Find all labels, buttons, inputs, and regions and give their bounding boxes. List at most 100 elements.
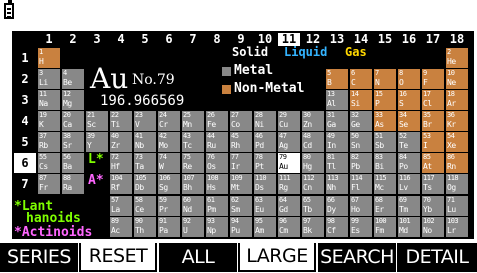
element-cell[interactable]: 32 Ge bbox=[350, 111, 372, 131]
element-cell[interactable]: 92 U bbox=[182, 217, 204, 237]
element-cell[interactable]: 9F bbox=[422, 69, 444, 89]
element-cell[interactable]: 2 He bbox=[446, 48, 468, 68]
element-cell[interactable]: 38 Sr bbox=[62, 132, 84, 152]
search-softkey[interactable]: SEARCH bbox=[318, 243, 396, 272]
element-cell[interactable]: 107 Bh bbox=[182, 174, 204, 194]
element-cell[interactable]: 23 V bbox=[134, 111, 156, 131]
element-cell[interactable]: 72 Hf bbox=[110, 153, 132, 173]
element-cell[interactable]: 41 Nb bbox=[134, 132, 156, 152]
element-cell[interactable]: 63 Eu bbox=[254, 196, 276, 216]
element-cell[interactable]: 116 Lv bbox=[398, 174, 420, 194]
element-cell[interactable]: 73 Ta bbox=[134, 153, 156, 173]
element-cell[interactable]: 85 At bbox=[422, 153, 444, 173]
element-cell[interactable]: 50 Sn bbox=[350, 132, 372, 152]
element-cell[interactable]: 68 Er bbox=[374, 196, 396, 216]
element-cell[interactable]: 66 Dy bbox=[326, 196, 348, 216]
series-softkey[interactable]: SERIES bbox=[0, 243, 78, 272]
element-cell[interactable]: 108 Hs bbox=[206, 174, 228, 194]
element-cell[interactable]: 21 Sc bbox=[86, 111, 108, 131]
element-cell[interactable]: 37 Rb bbox=[38, 132, 60, 152]
element-cell[interactable]: 113 Nh bbox=[326, 174, 348, 194]
element-cell[interactable]: 26 Fe bbox=[206, 111, 228, 131]
element-cell[interactable]: 82 Pb bbox=[350, 153, 372, 173]
element-cell[interactable]: 52 Te bbox=[398, 132, 420, 152]
element-cell[interactable]: 96 Cm bbox=[278, 217, 300, 237]
element-cell[interactable]: 46 Pd bbox=[254, 132, 276, 152]
element-cell[interactable]: 98 Cf bbox=[326, 217, 348, 237]
element-cell[interactable]: 1H bbox=[38, 48, 60, 68]
element-cell[interactable]: 33 As bbox=[374, 111, 396, 131]
element-cell[interactable]: 3 Li bbox=[38, 69, 60, 89]
element-cell[interactable]: 51 Sb bbox=[374, 132, 396, 152]
element-cell[interactable]: 80 Hg bbox=[302, 153, 324, 173]
element-cell[interactable]: 6C bbox=[350, 69, 372, 89]
element-cell[interactable]: 25 Mn bbox=[182, 111, 204, 131]
element-cell[interactable]: 71 Lu bbox=[446, 196, 468, 216]
element-cell[interactable]: 70 Yb bbox=[422, 196, 444, 216]
element-cell[interactable]: 57 La bbox=[110, 196, 132, 216]
element-cell[interactable]: 43 Tc bbox=[182, 132, 204, 152]
element-cell[interactable]: 59 Pr bbox=[158, 196, 180, 216]
element-cell[interactable]: 87 Fr bbox=[38, 174, 60, 194]
actinoid-marker[interactable]: A* bbox=[88, 173, 104, 188]
element-cell[interactable]: 53 I bbox=[422, 132, 444, 152]
element-cell[interactable]: 118 Og bbox=[446, 174, 468, 194]
element-cell[interactable]: 83 Bi bbox=[374, 153, 396, 173]
element-cell[interactable]: 12 Mg bbox=[62, 90, 84, 110]
element-cell[interactable]: 7N bbox=[374, 69, 396, 89]
element-cell[interactable]: 65 Tb bbox=[302, 196, 324, 216]
element-cell[interactable]: 64 Gd bbox=[278, 196, 300, 216]
element-cell[interactable]: 42 Mo bbox=[158, 132, 180, 152]
element-cell[interactable]: 100 Fm bbox=[374, 217, 396, 237]
element-cell[interactable]: 89 Ac bbox=[110, 217, 132, 237]
element-cell[interactable]: 35 Br bbox=[422, 111, 444, 131]
element-cell[interactable]: 34 Se bbox=[398, 111, 420, 131]
element-cell[interactable]: 110 Ds bbox=[254, 174, 276, 194]
element-cell[interactable]: 58 Ce bbox=[134, 196, 156, 216]
element-cell[interactable]: 102 No bbox=[422, 217, 444, 237]
element-cell[interactable]: 97 Bk bbox=[302, 217, 324, 237]
element-cell[interactable]: 117 Ts bbox=[422, 174, 444, 194]
element-cell[interactable]: 78 Pt bbox=[254, 153, 276, 173]
element-cell[interactable]: 109 Mt bbox=[230, 174, 252, 194]
element-cell[interactable]: 95 Am bbox=[254, 217, 276, 237]
element-cell[interactable]: 93 Np bbox=[206, 217, 228, 237]
element-cell[interactable]: 62 Sm bbox=[230, 196, 252, 216]
element-cell[interactable]: 67 Ho bbox=[350, 196, 372, 216]
element-cell[interactable]: 84 Po bbox=[398, 153, 420, 173]
element-cell[interactable]: 106 Sg bbox=[158, 174, 180, 194]
element-cell[interactable]: 88 Ra bbox=[62, 174, 84, 194]
element-cell[interactable]: 61 Pm bbox=[206, 196, 228, 216]
element-cell[interactable]: 8O bbox=[398, 69, 420, 89]
element-cell[interactable]: 40 Zr bbox=[110, 132, 132, 152]
element-cell[interactable]: 11 Na bbox=[38, 90, 60, 110]
element-cell[interactable]: 69 Tm bbox=[398, 196, 420, 216]
element-cell[interactable]: 103 Lr bbox=[446, 217, 468, 237]
element-cell[interactable]: 29 Cu bbox=[278, 111, 300, 131]
element-cell[interactable]: 27 Co bbox=[230, 111, 252, 131]
element-cell[interactable]: 115 Mc bbox=[374, 174, 396, 194]
element-cell[interactable]: 112 Cn bbox=[302, 174, 324, 194]
element-cell[interactable]: 77 Ir bbox=[230, 153, 252, 173]
element-cell[interactable]: 105 Db bbox=[134, 174, 156, 194]
element-cell[interactable]: 17 Cl bbox=[422, 90, 444, 110]
element-cell[interactable]: 114 Fl bbox=[350, 174, 372, 194]
element-cell[interactable]: 19 K bbox=[38, 111, 60, 131]
element-cell[interactable]: 101 Md bbox=[398, 217, 420, 237]
element-cell[interactable]: 90 Th bbox=[134, 217, 156, 237]
element-cell[interactable]: 104 Rf bbox=[110, 174, 132, 194]
detail-softkey[interactable]: DETAIL bbox=[397, 243, 477, 272]
element-cell[interactable]: 18 Ar bbox=[446, 90, 468, 110]
element-cell[interactable]: 31 Ga bbox=[326, 111, 348, 131]
lanthanoid-marker[interactable]: L* bbox=[88, 152, 104, 167]
element-cell[interactable]: 24 Cr bbox=[158, 111, 180, 131]
element-cell[interactable]: 10 Ne bbox=[446, 69, 468, 89]
element-cell[interactable]: 14 Si bbox=[350, 90, 372, 110]
element-cell[interactable]: 111 Rg bbox=[278, 174, 300, 194]
large-softkey[interactable]: LARGE bbox=[238, 243, 316, 272]
element-cell[interactable]: 79 Au bbox=[278, 153, 300, 173]
element-cell[interactable]: 48 Cd bbox=[302, 132, 324, 152]
element-cell[interactable]: 49 In bbox=[326, 132, 348, 152]
element-cell[interactable]: 28 Ni bbox=[254, 111, 276, 131]
element-cell[interactable]: 16 S bbox=[398, 90, 420, 110]
